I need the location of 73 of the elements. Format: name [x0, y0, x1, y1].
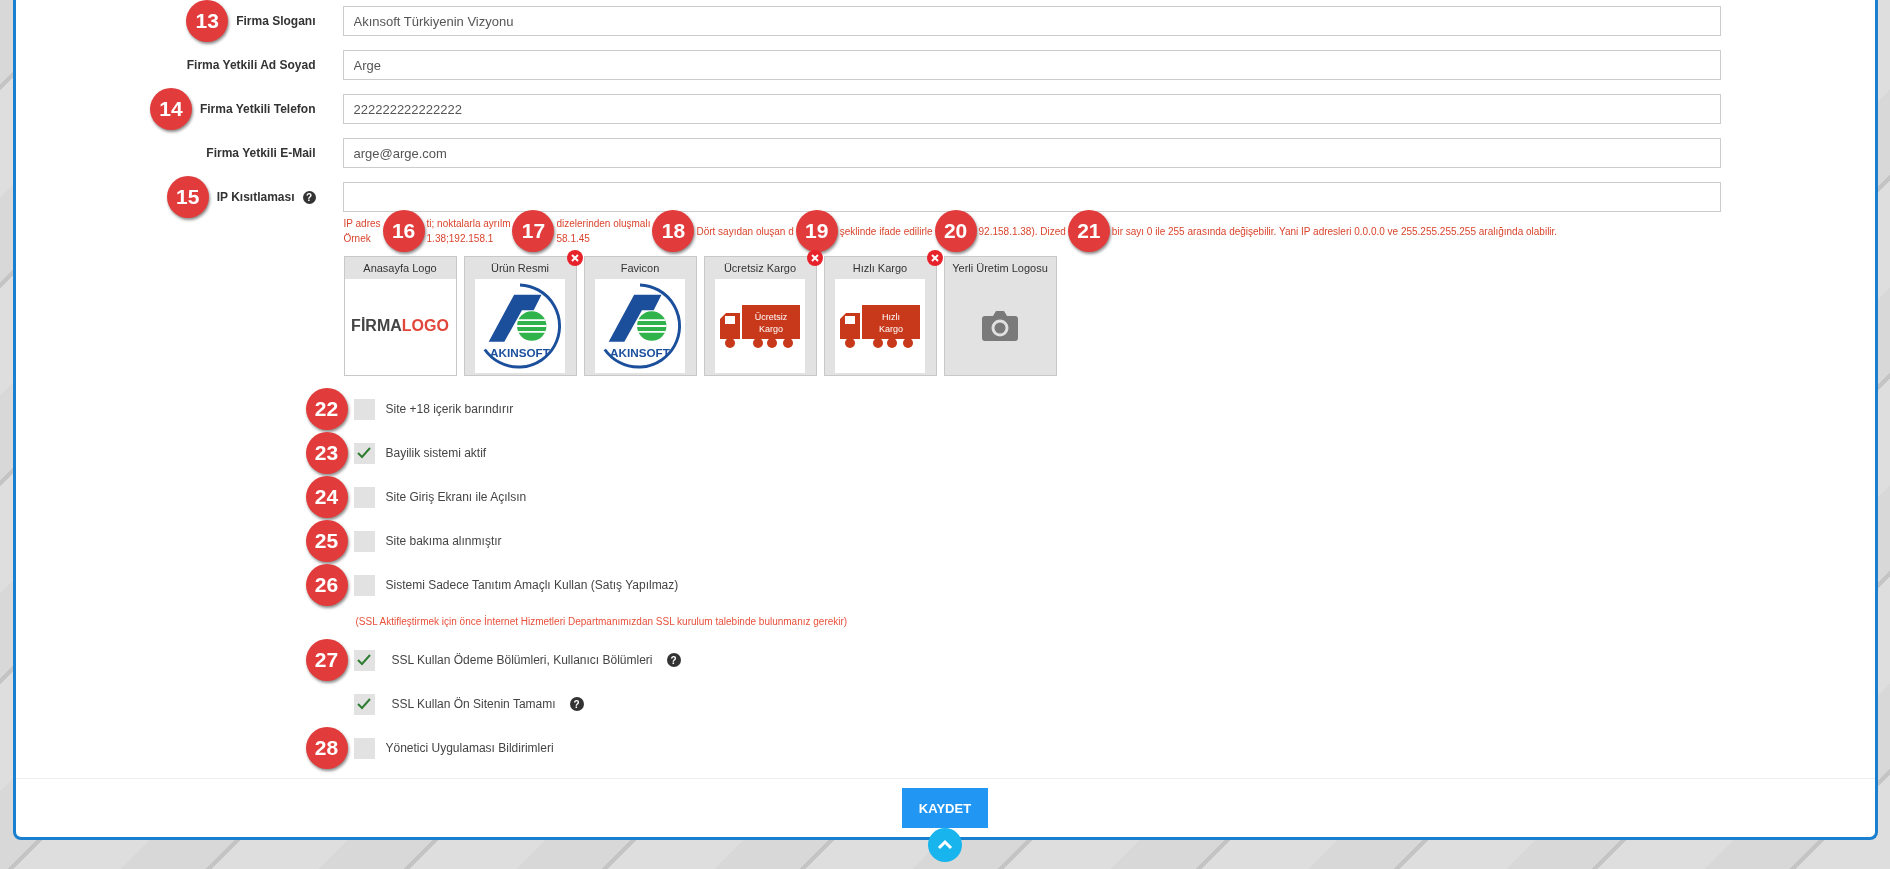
- number-marker: 26: [305, 564, 348, 606]
- checkbox[interactable]: [353, 693, 375, 715]
- remove-icon[interactable]: [806, 250, 823, 266]
- hint-text: IP adres: [343, 217, 381, 231]
- checkbox[interactable]: [353, 398, 375, 420]
- number-marker: 15: [166, 176, 209, 218]
- help-icon[interactable]: ?: [666, 653, 681, 667]
- checkbox[interactable]: [353, 737, 375, 759]
- checkbox-label: Sistemi Sadece Tanıtım Amaçlı Kullan (Satış Yapılmaz): [385, 578, 679, 592]
- number-marker: 27: [305, 639, 348, 681]
- checkbox-label: Bayilik sistemi aktif: [385, 446, 487, 460]
- checkbox-label: Site bakıma alınmıştır: [385, 534, 502, 548]
- hint-text: Dört sayıdan oluşan d: [696, 224, 794, 239]
- field-label: Firma Yetkili E-Mail: [206, 146, 316, 160]
- number-marker: 28: [305, 727, 348, 769]
- image-tile[interactable]: Ücretsiz Kargo Ücretsiz Kargo: [703, 256, 817, 376]
- number-marker: 23: [305, 432, 348, 474]
- number-marker: 16: [382, 210, 425, 252]
- text-field[interactable]: Akınsoft Türkiyenin Vizyonu: [342, 6, 1721, 36]
- image-tile[interactable]: Anasayfa Logo FİRMALOGO: [343, 256, 457, 376]
- number-marker: 13: [186, 0, 229, 42]
- number-marker: 25: [305, 520, 348, 562]
- help-icon[interactable]: ?: [569, 697, 584, 711]
- checkbox-label: Site Giriş Ekranı ile Açılsın: [385, 490, 527, 504]
- company-logo: FİRMALOGO: [351, 317, 449, 335]
- image-tile[interactable]: Hızlı Kargo Hızlı Kargo: [823, 256, 937, 376]
- number-marker: 20: [934, 210, 977, 252]
- number-marker: 19: [795, 210, 838, 252]
- field-label: Firma Yetkili Telefon: [199, 102, 316, 116]
- image-tile[interactable]: Yerli Üretim Logosu: [943, 256, 1057, 376]
- truck-drawing: Ücretsiz Kargo: [718, 301, 802, 351]
- field-label: Firma Sloganı: [236, 14, 316, 28]
- scroll-top-button[interactable]: [928, 828, 962, 862]
- number-marker: 17: [512, 210, 555, 252]
- hint-text: 58.1.45: [556, 232, 591, 246]
- number-marker: 22: [305, 388, 348, 430]
- checkbox[interactable]: [353, 442, 375, 464]
- checkbox[interactable]: [353, 486, 375, 508]
- checkbox[interactable]: [353, 574, 375, 596]
- help-icon[interactable]: ?: [302, 190, 316, 204]
- hint-text: 92.158.1.38). Dized: [978, 224, 1066, 239]
- text-field[interactable]: Arge: [342, 50, 1721, 80]
- number-marker: 14: [149, 88, 192, 130]
- image-tile[interactable]: Ürün Resmi AKINSOFT: [463, 256, 577, 376]
- ssl-warning-text: (SSL Aktifleştirmek için önce İnternet Hizmetleri Departmanımızdan SSL kurulum talebinde bulunmanız gerekir): [355, 616, 848, 627]
- hint-text: Örnek: [343, 232, 372, 246]
- number-marker: 21: [1067, 210, 1110, 252]
- checkbox-label: SSL Kullan Ön Sitenin Tamamı: [391, 697, 556, 711]
- remove-icon[interactable]: [566, 250, 583, 266]
- number-marker: 24: [305, 476, 348, 518]
- image-tile[interactable]: Favicon AKINSOFT: [583, 256, 697, 376]
- number-marker: 18: [652, 210, 695, 252]
- checkbox-label: Yönetici Uygulaması Bildirimleri: [385, 741, 554, 755]
- checkbox-label: SSL Kullan Ödeme Bölümleri, Kullanıcı Bölümleri: [391, 653, 653, 667]
- camera-icon: [981, 310, 1019, 342]
- brand-logo: AKINSOFT: [595, 280, 685, 372]
- hint-text: 1.38;192.158.1: [426, 232, 495, 246]
- field-label: IP Kısıtlaması: [216, 190, 295, 204]
- tile-title: Anasayfa Logo: [344, 257, 456, 279]
- hint-text: dizelerinden oluşmalı: [556, 217, 651, 231]
- hint-text: ti; noktalarla ayrılm: [426, 217, 511, 231]
- checkbox[interactable]: [353, 530, 375, 552]
- checkbox-label: Site +18 içerik barındırır: [385, 402, 514, 416]
- hint-text: bir sayı 0 ile 255 arasında değişebilir. Yani IP adresleri 0.0.0.0 ve 255.255.255.255 aralığında olabilir.: [1111, 224, 1558, 239]
- text-field[interactable]: [342, 182, 1721, 212]
- text-field[interactable]: arge@arge.com: [342, 138, 1721, 168]
- remove-icon[interactable]: [926, 250, 943, 266]
- field-label: Firma Yetkili Ad Soyad: [186, 58, 316, 72]
- checkbox[interactable]: [353, 649, 375, 671]
- hint-text: şeklinde ifade edilirle: [839, 224, 933, 239]
- truck-drawing: Hızlı Kargo: [838, 301, 922, 351]
- brand-logo: AKINSOFT: [475, 280, 565, 372]
- text-field[interactable]: 222222222222222: [342, 94, 1721, 124]
